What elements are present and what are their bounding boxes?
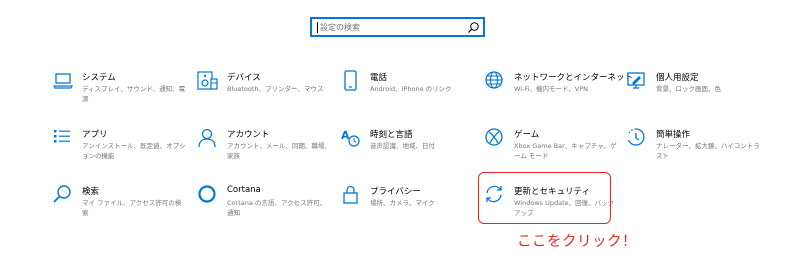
- globe-icon: [484, 70, 506, 92]
- tile-cortana[interactable]: Cortana Cortana の言語、アクセス許可、通知: [197, 184, 326, 226]
- ease-of-access-icon: [626, 127, 648, 149]
- tile-title: プライバシー: [370, 187, 421, 197]
- tile-title: システム: [82, 73, 116, 83]
- tile-apps[interactable]: アプリ アンインストール、既定値、オプションの機能: [52, 127, 186, 169]
- tile-time-language[interactable]: A 時刻と言語 音声認識、地域、日付: [340, 127, 465, 169]
- tile-privacy[interactable]: プライバシー 場所、カメラ、マイク: [340, 184, 465, 226]
- tile-title: 個人用設定: [656, 73, 699, 83]
- tile-title: 簡単操作: [656, 130, 691, 140]
- devices-icon: [197, 70, 219, 92]
- search-box[interactable]: [310, 17, 485, 37]
- highlight-frame: [478, 172, 611, 224]
- tile-system[interactable]: システム ディスプレイ、サウンド、通知、電源: [52, 70, 185, 112]
- laptop-icon: [52, 70, 74, 92]
- cortana-icon: [197, 184, 219, 206]
- tile-description: 背景、ロック画面、色: [656, 85, 721, 93]
- tile-description: Wi-Fi、機内モード、VPN: [514, 85, 588, 93]
- tile-personalization[interactable]: 個人用設定 背景、ロック画面、色: [626, 70, 751, 112]
- xbox-icon: [484, 127, 506, 149]
- tile-description: ディスプレイ、サウンド、通知、電源: [82, 85, 186, 103]
- search-icon[interactable]: [467, 21, 480, 34]
- tile-description: 音声認識、地域、日付: [370, 142, 435, 150]
- tile-description: アンインストール、既定値、オプションの機能: [82, 142, 186, 160]
- tile-title: Cortana: [227, 185, 261, 195]
- text-cursor: [317, 22, 318, 33]
- lock-icon: [340, 184, 362, 206]
- tile-search[interactable]: 検索 マイ ファイル、アクセス許可の検索: [52, 184, 181, 226]
- tile-title: デバイス: [227, 73, 261, 83]
- annotation-text: ここをクリック！: [517, 234, 637, 250]
- tile-ease-of-access[interactable]: 簡単操作 ナレーター、拡大鏡、ハイコントラスト: [626, 127, 760, 169]
- personalization-icon: [626, 70, 648, 92]
- time-language-icon: A: [340, 127, 362, 149]
- tile-phone[interactable]: 電話 Android、iPhone のリンク: [340, 70, 465, 112]
- apps-list-icon: [52, 127, 74, 149]
- tile-description: Cortana の言語、アクセス許可、通知: [227, 199, 327, 217]
- tile-description: Bluetooth、プリンター、マウス: [227, 85, 324, 93]
- tile-description: Xbox Game Bar、キャプチャ、ゲーム モード: [514, 142, 617, 160]
- tile-description: Android、iPhone のリンク: [370, 85, 452, 93]
- tile-title: 検索: [82, 187, 100, 197]
- tile-accounts[interactable]: アカウント アカウント、メール、同期、職場、家族: [197, 127, 331, 169]
- tile-gaming[interactable]: ゲーム Xbox Game Bar、キャプチャ、ゲーム モード: [484, 127, 617, 169]
- tile-devices[interactable]: デバイス Bluetooth、プリンター、マウス: [197, 70, 324, 112]
- tile-title: アカウント: [227, 130, 270, 140]
- search-icon: [52, 184, 74, 206]
- tile-network[interactable]: ネットワークとインターネット Wi-Fi、機内モード、VPN: [484, 70, 633, 112]
- tile-description: ナレーター、拡大鏡、ハイコントラスト: [656, 142, 760, 160]
- tile-description: マイ ファイル、アクセス許可の検索: [82, 199, 182, 217]
- tile-title: 電話: [370, 73, 388, 83]
- tile-description: アカウント、メール、同期、職場、家族: [227, 142, 331, 160]
- tile-title: ゲーム: [514, 130, 540, 140]
- tile-title: アプリ: [82, 130, 108, 140]
- tile-title: ネットワークとインターネット: [514, 73, 634, 83]
- tile-title: 時刻と言語: [370, 130, 413, 140]
- tile-description: 場所、カメラ、マイク: [370, 199, 435, 207]
- search-input[interactable]: [320, 20, 460, 34]
- person-icon: [197, 127, 219, 149]
- phone-icon: [340, 70, 362, 92]
